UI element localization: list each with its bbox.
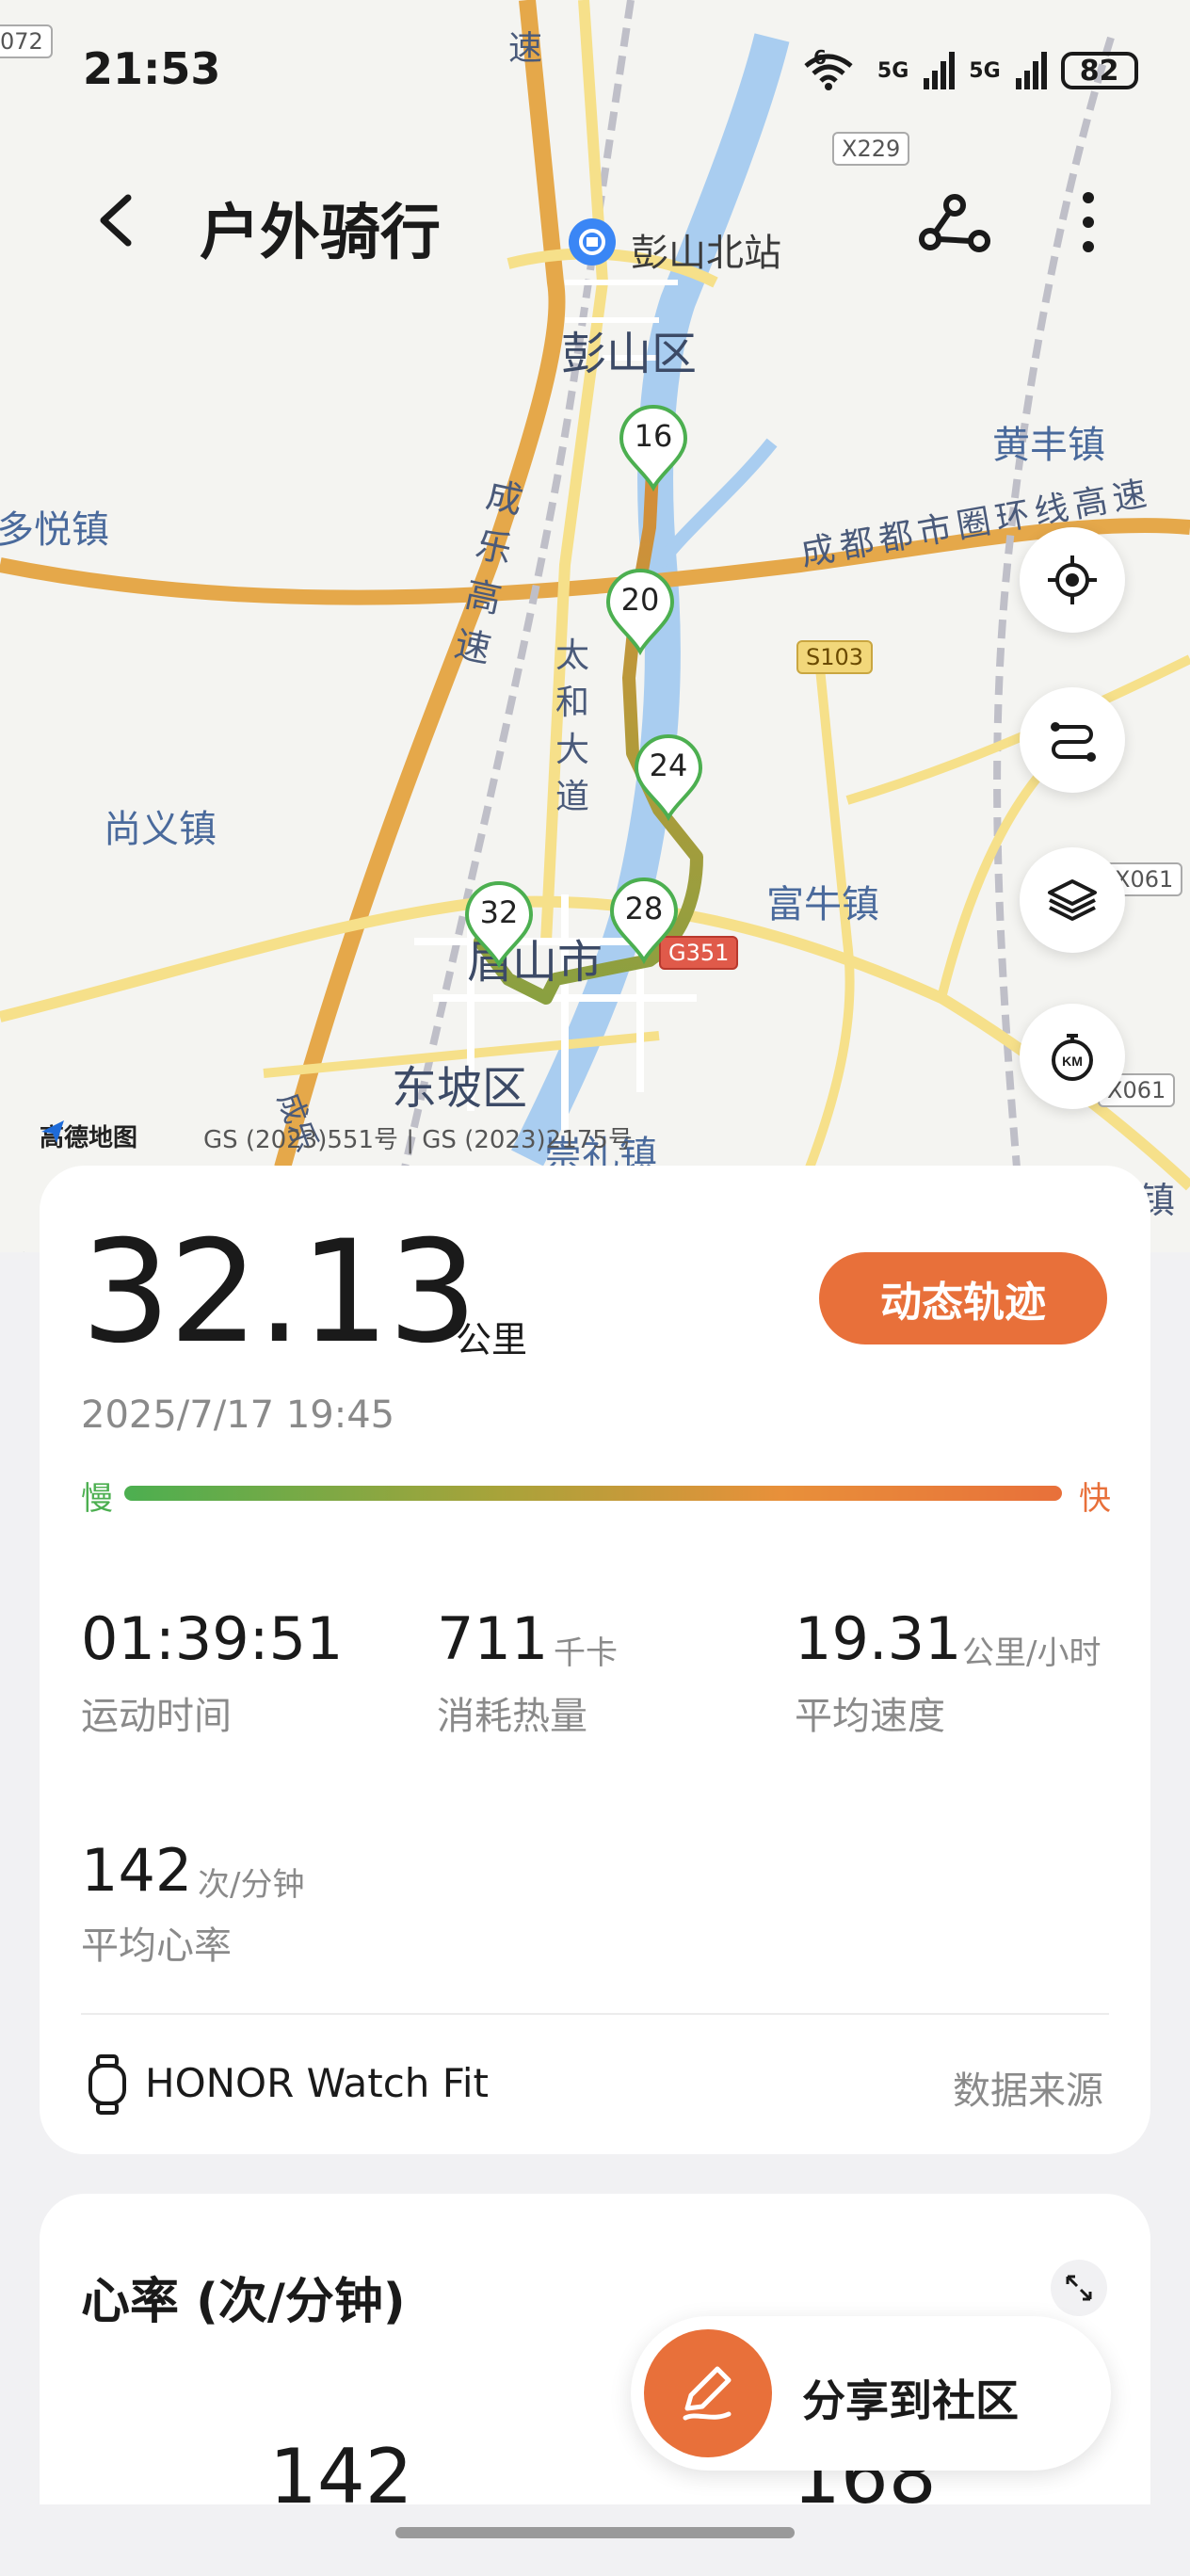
distance-value: 32.13 [81,1211,477,1375]
speed-gradient-bar [124,1486,1062,1501]
map-label-pengshan: 彭山区 [561,328,698,380]
route-toggle-button[interactable] [1020,687,1125,793]
signal-1-icon [924,52,956,89]
route-map[interactable]: 彭山北站 彭山区 黄丰镇 多悦镇 尚义镇 富牛镇 眉山市 东坡区 崇礼镇 成乐高… [0,0,1190,1252]
stopwatch-km-icon: KM [1052,1034,1093,1081]
road-shield-x229: X229 [832,132,910,166]
stat-duration-value: 01:39:51 [81,1604,344,1673]
km-marker-label: 28 [624,891,664,926]
more-menu-button[interactable] [1069,185,1107,260]
signal-1-label: 5G [876,58,909,83]
map-layers-button[interactable] [1020,847,1125,953]
road-shield-left: 072 [0,24,53,58]
map-label-shangyi: 尚义镇 [104,808,217,851]
map-label-road-top: 速 [508,29,543,68]
km-marker-28[interactable]: 28 [606,877,682,964]
stat-heartrate-unit: 次/分钟 [198,1866,305,1904]
expand-chart-button[interactable] [1051,2260,1107,2316]
km-marker-32[interactable]: 32 [461,881,537,968]
back-button[interactable] [85,183,151,258]
km-marker-label: 20 [620,582,660,618]
stat-calories-value: 711 [437,1604,549,1673]
route-share-button[interactable] [913,185,998,260]
locate-icon [1048,555,1097,604]
signal-2-icon [1015,52,1047,89]
share-to-community-button[interactable]: 分享到社区 [631,2316,1111,2471]
dynamic-track-button[interactable]: 动态轨迹 [819,1252,1107,1344]
locate-button[interactable] [1020,527,1125,633]
map-background [0,0,1190,1191]
device-name: HONOR Watch Fit [145,2060,489,2106]
divider [81,2013,1109,2015]
map-label-dongpo: 东坡区 [392,1062,528,1115]
more-vertical-icon [1083,192,1094,252]
km-marker-16[interactable]: 16 [616,405,691,491]
expand-icon [1066,2275,1092,2301]
stat-heartrate-label: 平均心率 [81,1924,232,1968]
path-nodes-icon [919,194,990,252]
wifi-badge: 6 [813,46,827,69]
status-time: 21:53 [83,43,221,94]
svg-text:KM: KM [1062,1054,1083,1069]
battery-icon: 82 [1060,52,1138,89]
map-label-station: 彭山北站 [631,232,781,275]
speed-fast-label: 快 [1079,1480,1111,1518]
stat-speed-unit: 公里/小时 [962,1634,1102,1672]
battery-level: 82 [1079,54,1119,88]
stat-heartrate-value: 142 [81,1836,193,1905]
route-icon [1051,722,1096,762]
workout-datetime: 2025/7/17 19:45 [81,1393,395,1437]
pen-icon [683,2366,732,2421]
map-attribution-logo: 高德地图 [40,1119,137,1153]
status-icons: 6 5G 5G 82 [800,46,1138,92]
home-indicator[interactable] [395,2527,795,2538]
km-marker-toggle-button[interactable]: KM [1020,1004,1125,1109]
km-marker-label: 16 [634,418,673,454]
distance-unit: 公里 [456,1319,528,1360]
summary-card: 32.13 公里 动态轨迹 2025/7/17 19:45 慢 快 01:39:… [40,1166,1150,2154]
km-marker-label: 32 [479,894,519,930]
stat-duration-label: 运动时间 [81,1695,232,1738]
amap-logo-icon [41,1120,64,1143]
stat-calories-unit: 千卡 [554,1634,618,1672]
share-label: 分享到社区 [802,2375,1019,2426]
heart-rate-title: 心率 (次/分钟) [81,2274,406,2330]
page-title: 户外骑行 [200,199,441,268]
map-label-funiu: 富牛镇 [766,883,879,926]
map-license-text: GS (2023)551号 | GS (2023)2175号 [203,1126,633,1154]
stat-speed-value: 19.31 [795,1604,962,1673]
km-marker-label: 24 [649,748,688,783]
km-marker-24[interactable]: 24 [631,734,706,821]
road-shield-s103: S103 [796,640,874,674]
data-source-link[interactable]: 数据来源 [953,2060,1103,2115]
map-label-town-left: 镇 [0,1241,36,1252]
stat-speed-label: 平均速度 [795,1695,945,1738]
back-arrow-icon [100,194,132,247]
wifi-icon [804,54,853,90]
signal-2-label: 5G [969,58,1001,83]
train-station-icon [569,218,616,266]
km-marker-20[interactable]: 20 [603,569,678,655]
map-label-huangfeng: 黄丰镇 [992,424,1105,467]
map-label-duoyue: 多悦镇 [0,508,109,552]
share-pen-badge [644,2329,772,2457]
watch-icon [87,2054,128,2115]
map-label-taihe: 太和大道 [555,636,590,816]
layers-icon [1048,879,1097,921]
stat-calories-label: 消耗热量 [437,1695,587,1738]
heart-rate-avg-value: 142 [269,2433,413,2504]
speed-slow-label: 慢 [81,1480,113,1518]
